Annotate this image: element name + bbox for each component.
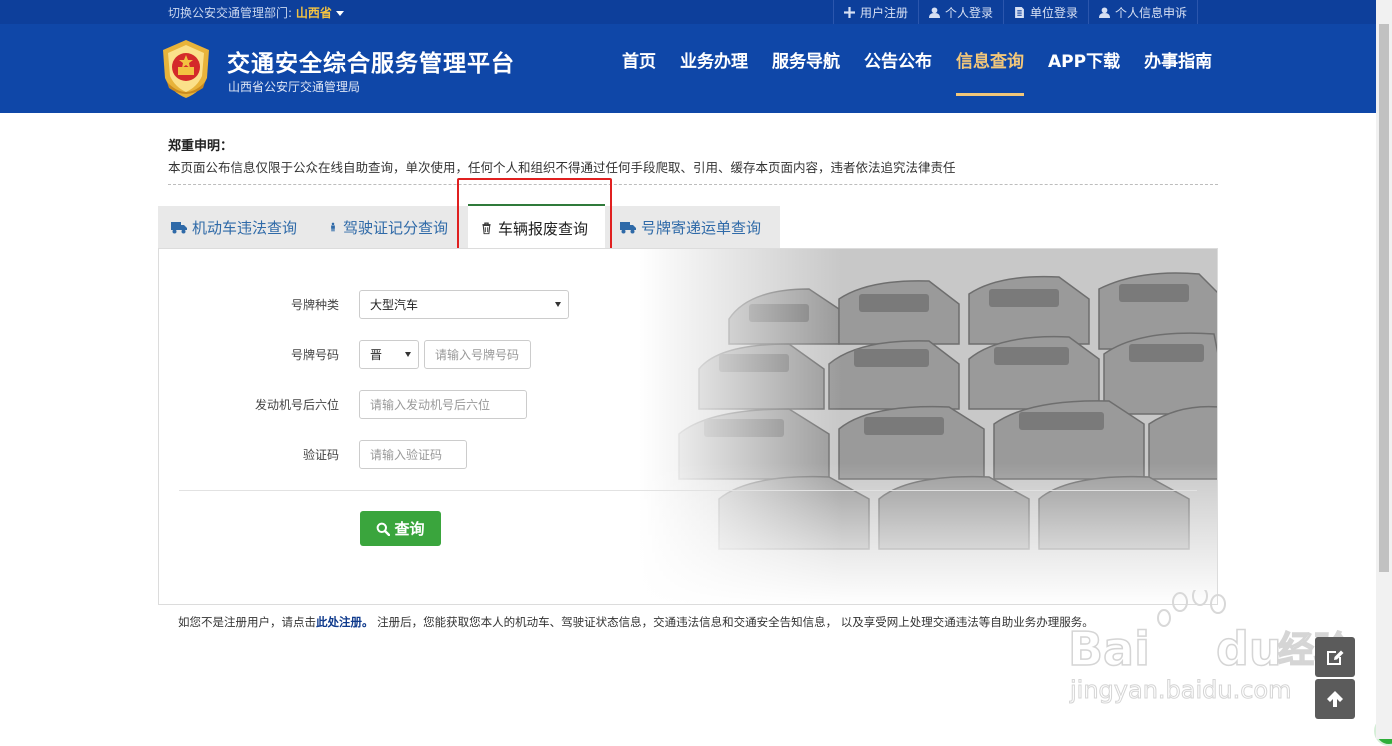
watermark-brand: Bai	[1068, 622, 1150, 676]
plate-prefix-value: 晋	[370, 348, 383, 362]
scrollbar-thumb[interactable]	[1379, 24, 1389, 572]
tab-license-points[interactable]: 驾驶证记分查询	[328, 206, 448, 248]
person-icon	[331, 222, 335, 232]
site-header: 交通安全综合服务管理平台 山西省公安厅交通管理局 首页 业务办理 服务导航 公告…	[0, 24, 1392, 113]
caret-down-icon	[335, 11, 344, 16]
nav-announcements[interactable]: 公告公布	[852, 24, 944, 113]
unit-login-label: 单位登录	[1029, 5, 1078, 20]
tab-vehicle-violation[interactable]: 机动车违法查询	[171, 206, 297, 248]
arrow-up-icon	[1327, 691, 1343, 707]
query-button-label: 查询	[394, 520, 425, 538]
top-bar: 切换公安交通管理部门: 山西省 用户注册 个人登录 单位登录 个人信息申诉	[0, 0, 1392, 24]
police-emblem-logo[interactable]	[157, 38, 215, 100]
main-nav: 首页 业务办理 服务导航 公告公布 信息查询 APP下载 办事指南	[610, 24, 1224, 113]
plate-prefix-select[interactable]: 晋	[359, 340, 419, 369]
tab-license-points-label: 驾驶证记分查询	[343, 218, 449, 237]
personal-login-link[interactable]: 个人登录	[917, 0, 1003, 24]
unit-login-link[interactable]: 单位登录	[1002, 0, 1088, 24]
notice-divider	[168, 184, 1218, 185]
back-to-top-button[interactable]	[1315, 679, 1355, 719]
nav-info-query[interactable]: 信息查询	[944, 24, 1036, 113]
dept-switcher[interactable]: 切换公安交通管理部门: 山西省	[168, 4, 344, 21]
captcha-placeholder: 请输入验证码	[370, 448, 443, 462]
query-panel: 号牌种类 大型汽车 号牌号码 晋 请输入号牌号码 发动机号后六位 请输入发动机号…	[158, 248, 1218, 605]
watermark-brand-2: du	[1216, 622, 1282, 676]
plate-number-label: 号牌号码	[290, 348, 339, 362]
register-hint-suffix: 注册后，您能获取您本人的机动车、驾驶证状态信息，交通违法信息和交通安全告知信息，…	[373, 615, 1094, 629]
chevron-down-icon	[555, 302, 561, 307]
site-title: 交通安全综合服务管理平台	[227, 51, 515, 77]
plate-type-label: 号牌种类	[290, 298, 339, 312]
plate-number-input[interactable]: 请输入号牌号码	[424, 340, 531, 369]
user-icon	[1098, 6, 1110, 18]
plate-number-placeholder: 请输入号牌号码	[435, 348, 520, 362]
scrapyard-background-image	[639, 249, 1217, 604]
dept-value: 山西省	[295, 6, 332, 20]
document-icon	[1015, 6, 1024, 18]
user-icon	[928, 6, 940, 18]
nav-home[interactable]: 首页	[610, 24, 668, 113]
plate-type-value: 大型汽车	[370, 298, 419, 312]
personal-login-label: 个人登录	[944, 5, 993, 20]
dept-label: 切换公安交通管理部门:	[168, 6, 293, 20]
nav-app-download[interactable]: APP下载	[1036, 24, 1132, 113]
register-here-link[interactable]: 此处注册。	[316, 615, 374, 629]
plate-type-select[interactable]: 大型汽车	[359, 290, 569, 319]
notice-text: 本页面公布信息仅限于公众在线自助查询，单次使用，任何个人和组织不得通过任何手段爬…	[168, 160, 956, 175]
page-scrollbar[interactable]	[1376, 0, 1392, 739]
engine-number-input[interactable]: 请输入发动机号后六位	[359, 390, 527, 419]
notice-title: 郑重申明：	[168, 139, 234, 154]
chevron-down-icon	[405, 352, 411, 357]
register-hint: 如您不是注册用户，请点击此处注册。 注册后，您能获取您本人的机动车、驾驶证状态信…	[178, 614, 1094, 630]
truck-icon	[620, 222, 636, 234]
nav-service-guide[interactable]: 服务导航	[760, 24, 852, 113]
nav-business[interactable]: 业务办理	[668, 24, 760, 113]
plus-icon	[843, 6, 855, 18]
watermark-url: jingyan.baidu.com	[1069, 676, 1291, 704]
search-icon	[377, 522, 391, 536]
feedback-button[interactable]	[1315, 637, 1355, 677]
engine-number-label: 发动机号后六位	[254, 398, 339, 412]
tab-plate-delivery[interactable]: 号牌寄递运单查询	[620, 206, 761, 248]
captcha-label: 验证码	[302, 448, 339, 462]
tab-plate-delivery-label: 号牌寄递运单查询	[641, 218, 762, 237]
truck-icon	[171, 222, 187, 234]
tab-vehicle-violation-label: 机动车违法查询	[192, 218, 298, 237]
nav-guide[interactable]: 办事指南	[1132, 24, 1224, 113]
engine-number-placeholder: 请输入发动机号后六位	[370, 398, 491, 412]
site-subtitle: 山西省公安厅交通管理局	[228, 80, 361, 94]
register-hint-prefix: 如您不是注册用户，请点击	[178, 615, 316, 629]
captcha-input[interactable]: 请输入验证码	[359, 440, 467, 469]
register-link[interactable]: 用户注册	[832, 0, 918, 24]
edit-icon	[1327, 650, 1344, 665]
query-button[interactable]: 查询	[360, 511, 441, 546]
form-divider	[179, 490, 1197, 491]
top-links: 用户注册 个人登录 单位登录 个人信息申诉	[832, 0, 1198, 24]
appeal-label: 个人信息申诉	[1114, 5, 1187, 20]
register-label: 用户注册	[859, 5, 908, 20]
appeal-link[interactable]: 个人信息申诉	[1087, 0, 1198, 24]
